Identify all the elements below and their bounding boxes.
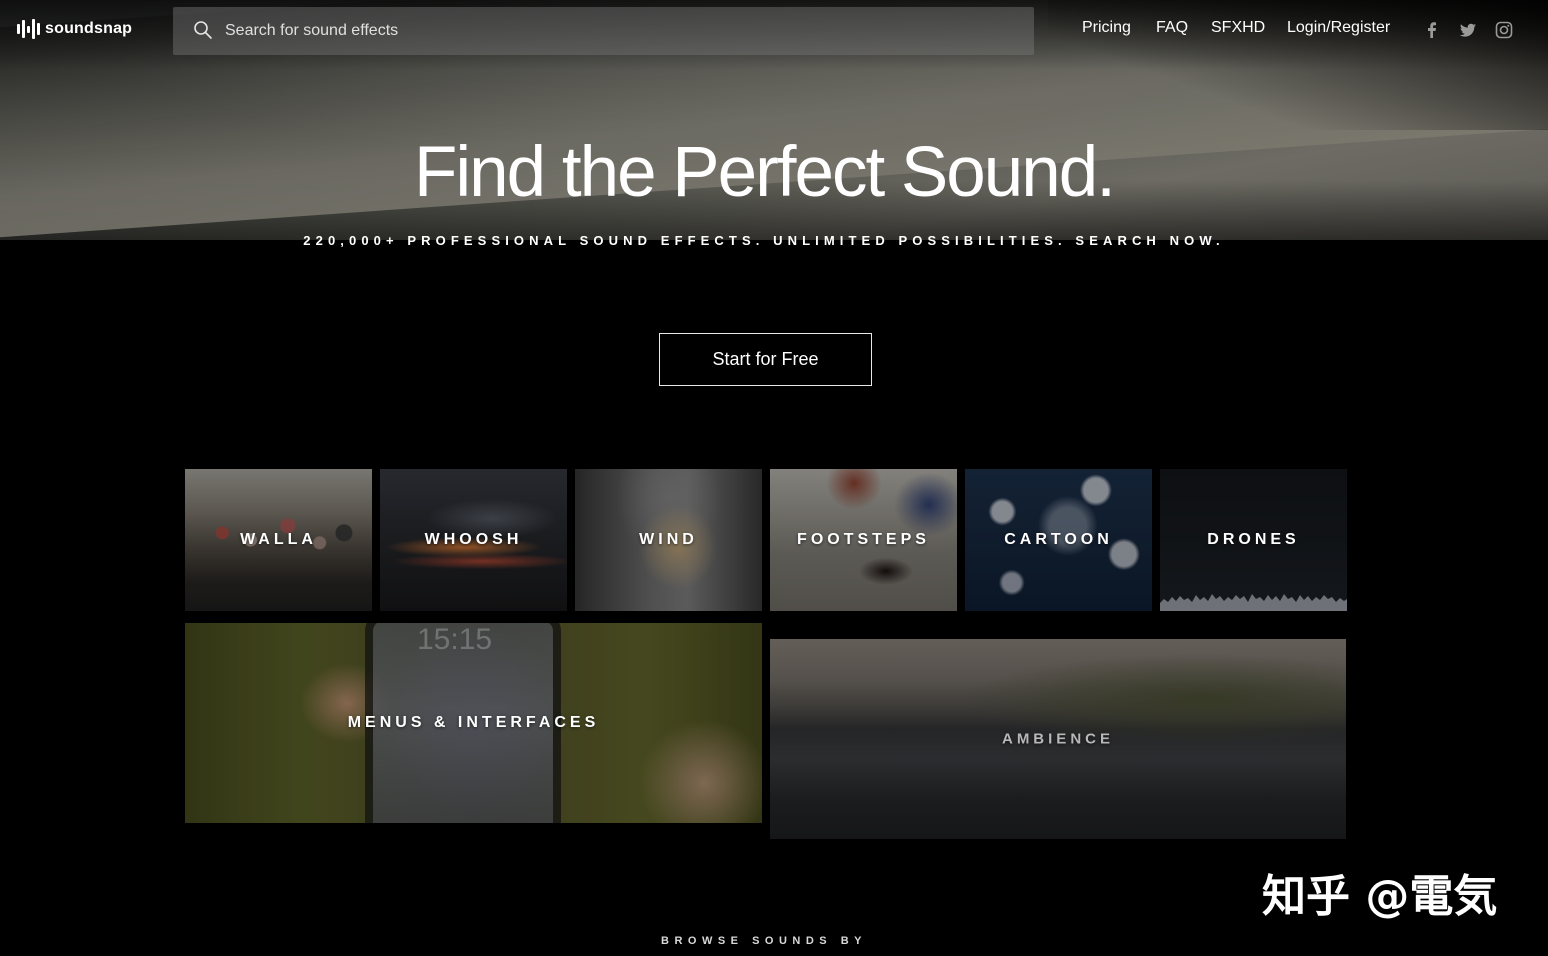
start-for-free-button[interactable]: Start for Free [659,333,872,386]
category-tile-wind[interactable]: WIND [575,469,762,611]
nav-pricing[interactable]: Pricing [1082,19,1131,41]
hero-title: Find the Perfect Sound. [414,133,1116,212]
logo[interactable]: soundsnap [17,19,132,39]
search-bar[interactable] [173,7,1034,55]
category-tile-ambience[interactable]: AMBIENCE [770,639,1346,839]
search-icon [194,21,212,39]
logo-text: soundsnap [45,20,133,37]
tile-label-ambience: AMBIENCE [1001,730,1114,748]
nav-faq[interactable]: FAQ [1156,19,1188,41]
tile-label-footsteps: FOOTSTEPS [797,531,930,548]
watermark-text: 知乎 @電気 [1262,871,1498,922]
instagram-icon[interactable] [1495,21,1513,39]
facebook-icon[interactable] [1423,21,1441,39]
tile-label-walla: WALLA [240,531,317,548]
category-tile-footsteps[interactable]: FOOTSTEPS [770,469,957,611]
logo-waveform-icon [17,19,40,39]
tile-label-cartoon: CARTOON [1004,531,1113,548]
search-input[interactable] [225,7,1015,55]
browse-sounds-heading: BROWSE SOUNDS BY [661,935,867,947]
tile-label-wind: WIND [639,531,698,548]
hero-subtitle: 220,000+ PROFESSIONAL SOUND EFFECTS. UNL… [303,233,1225,248]
nav-login-register[interactable]: Login/Register [1287,19,1390,41]
category-tile-cartoon[interactable]: CARTOON [965,469,1152,611]
category-tile-whoosh[interactable]: WHOOSH [380,469,567,611]
category-tile-walla[interactable]: WALLA [185,469,372,611]
waveform-icon [1160,594,1347,611]
tile-label-whoosh: WHOOSH [424,531,523,548]
site-header: soundsnap Pricing FAQ SFXHD Login/Regist… [0,0,1548,60]
nav-sfxhd[interactable]: SFXHD [1211,19,1265,41]
tile-label-drones: DRONES [1207,531,1300,548]
category-tile-menus-interfaces[interactable]: 15:15 MENUS & INTERFACES [185,623,762,823]
twitter-icon[interactable] [1459,21,1477,39]
page: soundsnap Pricing FAQ SFXHD Login/Regist… [0,0,1548,956]
category-tile-drones[interactable]: DRONES [1160,469,1347,611]
tile-label-menus-interfaces: MENUS & INTERFACES [347,714,600,731]
